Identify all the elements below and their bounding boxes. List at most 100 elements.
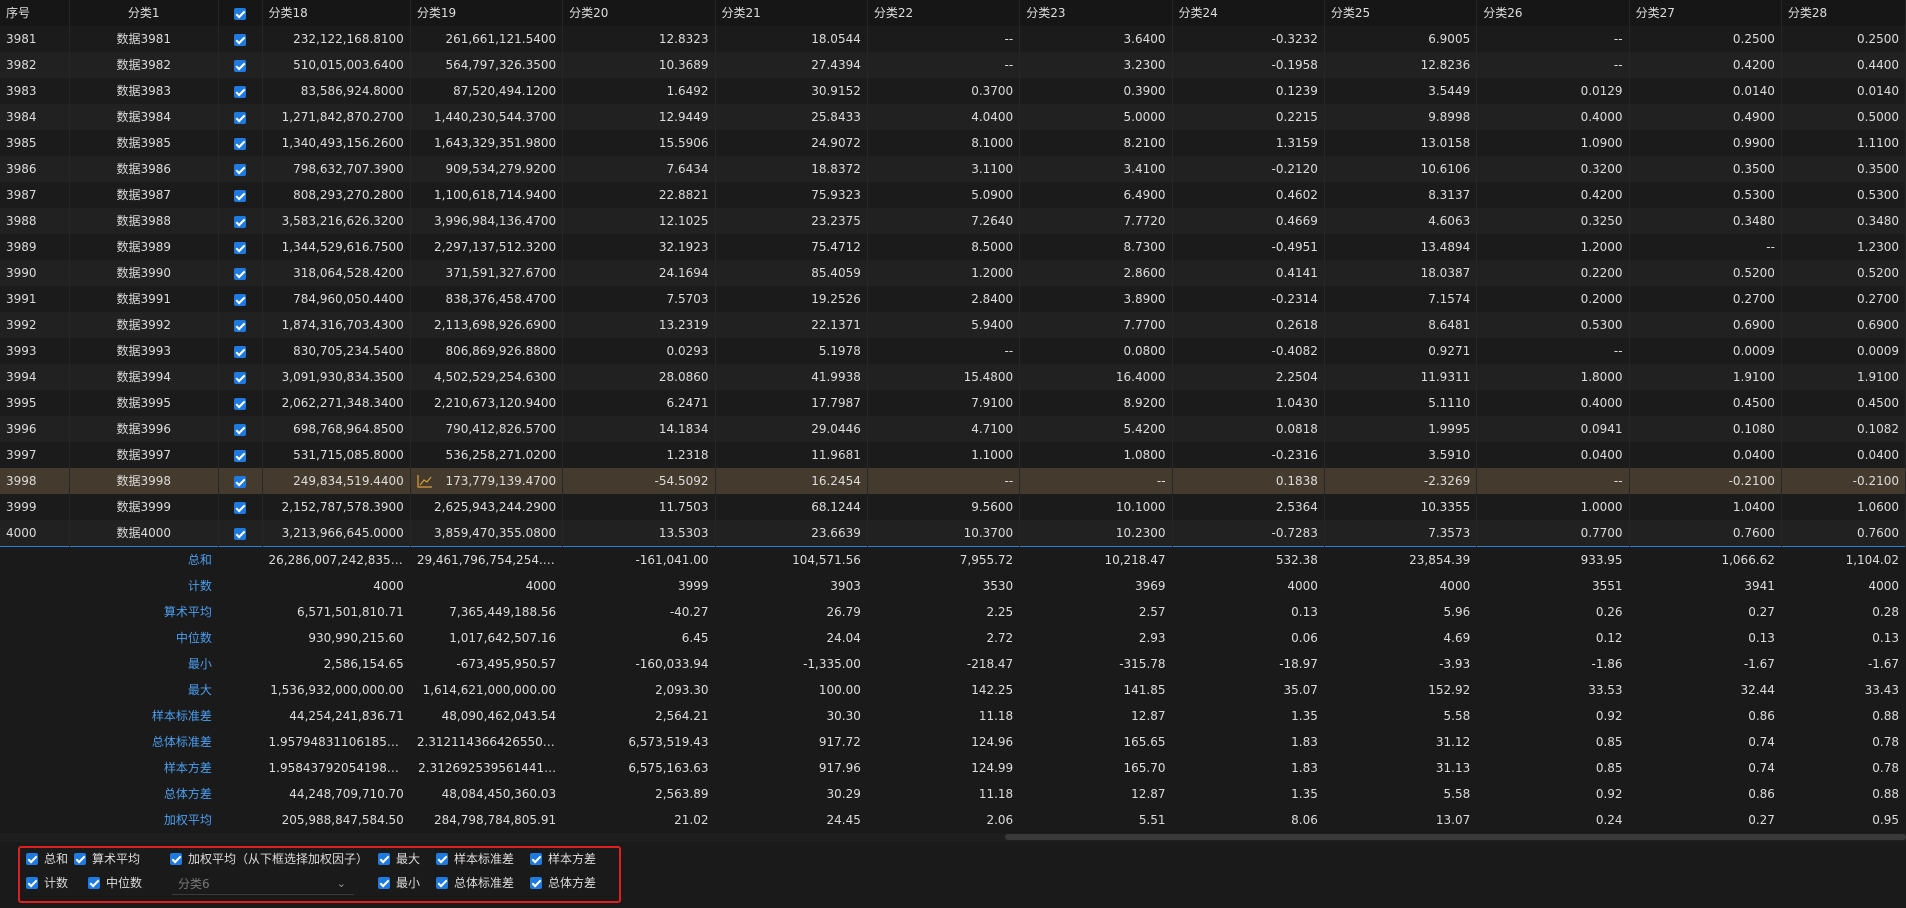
row-checkbox[interactable] <box>218 416 263 442</box>
table-cell[interactable]: 3998 <box>0 468 70 494</box>
table-row[interactable]: 3992 数据3992 1,874,316,703.4300 2,113,698,92… <box>0 312 1906 338</box>
table-cell[interactable]: 数据3986 <box>69 156 219 182</box>
table-cell[interactable]: 0.7600 <box>1629 520 1782 547</box>
checkbox-icon[interactable] <box>530 876 542 889</box>
checkbox-icon[interactable] <box>234 501 247 514</box>
table-row[interactable]: 4000 数据4000 3,213,966,645.0000 3,859,470,35… <box>0 520 1906 547</box>
table-cell[interactable]: -- <box>867 52 1021 78</box>
horizontal-scrollbar[interactable] <box>1005 834 1906 840</box>
table-cell[interactable]: 1.1100 <box>1781 130 1906 156</box>
option-count[interactable]: 计数 <box>26 874 68 891</box>
table-cell[interactable]: 5.0000 <box>1019 104 1173 130</box>
table-cell[interactable]: 1.9100 <box>1629 364 1782 390</box>
table-cell[interactable]: 6.4900 <box>1019 182 1173 208</box>
table-cell[interactable]: 798,632,707.3900 <box>262 156 411 182</box>
checkbox-icon[interactable] <box>234 293 247 306</box>
table-cell[interactable]: 0.0400 <box>1476 442 1630 468</box>
checkbox-icon[interactable] <box>234 189 247 202</box>
table-cell[interactable]: 0.2700 <box>1629 286 1782 312</box>
table-cell[interactable]: 0.5000 <box>1781 104 1906 130</box>
table-cell[interactable]: 2.8600 <box>1019 260 1173 286</box>
table-cell[interactable]: 87,520,494.1200 <box>410 78 564 104</box>
table-cell[interactable]: 0.0941 <box>1476 416 1630 442</box>
table-cell[interactable]: 1,100,618,714.9400 <box>410 182 564 208</box>
table-cell[interactable]: 3984 <box>0 104 70 130</box>
table-cell[interactable]: 1.1000 <box>867 442 1021 468</box>
table-cell[interactable]: -- <box>1629 234 1782 260</box>
table-cell[interactable]: 10.3700 <box>867 520 1021 547</box>
table-cell[interactable]: 0.2200 <box>1476 260 1630 286</box>
table-cell[interactable]: 909,534,279.9200 <box>410 156 564 182</box>
table-cell[interactable]: 0.4400 <box>1781 52 1906 78</box>
table-cell[interactable]: 7.3573 <box>1324 520 1478 547</box>
table-cell[interactable]: 10.3689 <box>562 52 716 78</box>
table-cell[interactable]: 0.5200 <box>1629 260 1782 286</box>
table-cell[interactable]: 8.1000 <box>867 130 1021 156</box>
table-cell[interactable]: 249,834,519.4400 <box>262 468 411 494</box>
table-cell[interactable]: 4000 <box>0 520 70 547</box>
table-cell[interactable]: 3987 <box>0 182 70 208</box>
row-checkbox[interactable] <box>218 104 263 130</box>
table-row[interactable]: 3982 数据3982 510,015,003.6400 564,797,326.35… <box>0 52 1906 78</box>
table-cell[interactable]: 数据3981 <box>69 26 219 52</box>
weight-field-select[interactable]: 分类6 ⌄ <box>172 873 354 895</box>
table-cell[interactable]: 数据3984 <box>69 104 219 130</box>
checkbox-icon[interactable] <box>234 59 247 72</box>
table-cell[interactable]: 数据3997 <box>69 442 219 468</box>
checkbox-icon[interactable] <box>234 449 247 462</box>
table-cell[interactable]: 13.2319 <box>562 312 716 338</box>
checkbox-icon[interactable] <box>234 371 247 384</box>
table-cell[interactable]: 2.8400 <box>867 286 1021 312</box>
table-cell[interactable]: 790,412,826.5700 <box>410 416 564 442</box>
checkbox-icon[interactable] <box>530 852 542 865</box>
table-cell[interactable]: -54.5092 <box>562 468 716 494</box>
select-all-checkbox[interactable] <box>218 0 263 26</box>
row-checkbox[interactable] <box>218 468 263 494</box>
table-cell[interactable]: 10.1000 <box>1019 494 1173 520</box>
row-checkbox[interactable] <box>218 494 263 520</box>
table-cell[interactable]: 29.0446 <box>715 416 868 442</box>
table-cell[interactable]: 3996 <box>0 416 70 442</box>
table-cell[interactable]: 0.3900 <box>1019 78 1173 104</box>
table-cell[interactable]: 85.4059 <box>715 260 868 286</box>
table-row[interactable]: 3999 数据3999 2,152,787,578.3900 2,625,943,24… <box>0 494 1906 520</box>
row-checkbox[interactable] <box>218 130 263 156</box>
table-cell[interactable]: -- <box>867 26 1021 52</box>
table-cell[interactable]: 41.9938 <box>715 364 868 390</box>
table-row[interactable]: 3986 数据3986 798,632,707.3900 909,534,279.92… <box>0 156 1906 182</box>
column-header[interactable]: 分类23 <box>1019 0 1173 26</box>
option-weighted-mean[interactable]: 加权平均（从下框选择加权因子） <box>170 850 368 867</box>
table-cell[interactable]: -0.4082 <box>1172 338 1325 364</box>
table-cell[interactable]: 0.4200 <box>1629 52 1782 78</box>
table-cell[interactable]: 数据3989 <box>69 234 219 260</box>
column-header[interactable]: 分类21 <box>715 0 868 26</box>
table-cell[interactable]: 808,293,270.2800 <box>262 182 411 208</box>
table-cell[interactable]: 27.4394 <box>715 52 868 78</box>
table-cell[interactable]: 7.7700 <box>1019 312 1173 338</box>
table-cell[interactable]: 173,779,139.4700 <box>410 468 564 494</box>
table-cell[interactable]: 0.2215 <box>1172 104 1325 130</box>
table-cell[interactable]: 0.5300 <box>1781 182 1906 208</box>
table-cell[interactable]: 5.9400 <box>867 312 1021 338</box>
column-header[interactable]: 分类18 <box>262 0 411 26</box>
table-cell[interactable]: -0.3232 <box>1172 26 1325 52</box>
table-cell[interactable]: 3985 <box>0 130 70 156</box>
table-cell[interactable]: 18.0544 <box>715 26 868 52</box>
table-cell[interactable]: -0.2316 <box>1172 442 1325 468</box>
table-cell[interactable]: 11.9681 <box>715 442 868 468</box>
table-cell[interactable]: 数据3998 <box>69 468 219 494</box>
table-row[interactable]: 3994 数据3994 3,091,930,834.3500 4,502,529,25… <box>0 364 1906 390</box>
table-cell[interactable]: 0.3500 <box>1781 156 1906 182</box>
row-checkbox[interactable] <box>218 182 263 208</box>
table-cell[interactable]: 3.2300 <box>1019 52 1173 78</box>
table-cell[interactable]: -0.4951 <box>1172 234 1325 260</box>
table-cell[interactable]: 0.3700 <box>867 78 1021 104</box>
table-cell[interactable]: 0.0818 <box>1172 416 1325 442</box>
table-cell[interactable]: 0.9900 <box>1629 130 1782 156</box>
table-cell[interactable]: 3990 <box>0 260 70 286</box>
table-cell[interactable]: 0.4200 <box>1476 182 1630 208</box>
table-cell[interactable]: 8.9200 <box>1019 390 1173 416</box>
checkbox-icon[interactable] <box>234 33 247 46</box>
table-cell[interactable]: 68.1244 <box>715 494 868 520</box>
table-cell[interactable]: 25.8433 <box>715 104 868 130</box>
